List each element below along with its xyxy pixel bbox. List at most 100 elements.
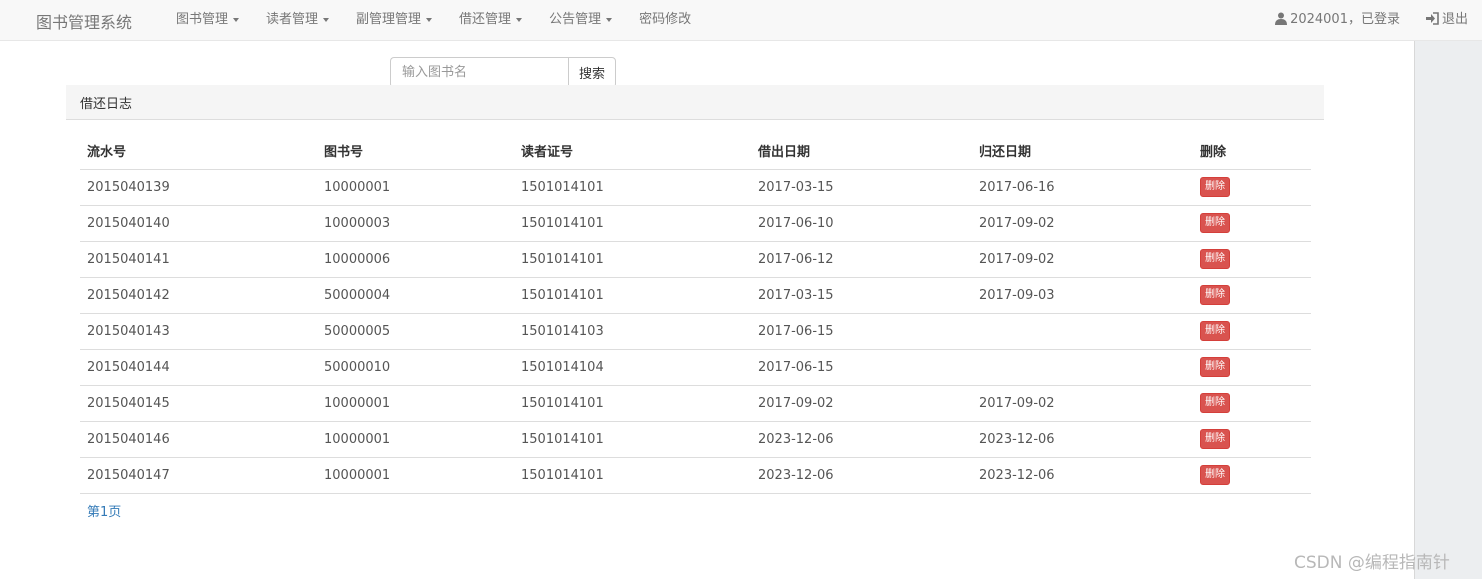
column-header: 读者证号 (514, 133, 751, 170)
return-date-cell: 2017-09-02 (972, 385, 1193, 422)
reader-id-cell: 1501014101 (514, 205, 751, 242)
action-cell: 删除 (1193, 241, 1311, 278)
return-date-cell (972, 349, 1193, 386)
table-row: 2015040147 10000001 1501014101 2023-12-0… (80, 457, 1311, 494)
table-row: 2015040144 50000010 1501014104 2017-06-1… (80, 349, 1311, 386)
caret-down-icon (516, 17, 523, 22)
nav-menu-label: 读者管理 (266, 12, 319, 27)
lend-date-cell: 2023-12-06 (751, 457, 972, 494)
book-id-cell: 10000006 (317, 241, 514, 278)
nav-menu-reader[interactable]: 读者管理 (266, 0, 330, 40)
action-cell: 删除 (1193, 313, 1311, 350)
reader-id-cell: 1501014101 (514, 169, 751, 206)
caret-down-icon (606, 17, 613, 22)
reader-id-cell: 1501014101 (514, 385, 751, 422)
table-row: 2015040145 10000001 1501014101 2017-09-0… (80, 385, 1311, 422)
serial-cell: 2015040139 (80, 169, 317, 206)
delete-button[interactable]: 删除 (1200, 357, 1230, 377)
reader-id-cell: 1501014103 (514, 313, 751, 350)
serial-cell: 2015040146 (80, 421, 317, 458)
table-row: 2015040141 10000006 1501014101 2017-06-1… (80, 241, 1311, 278)
action-cell: 删除 (1193, 385, 1311, 422)
nav-menu-label: 公告管理 (549, 12, 602, 27)
delete-button[interactable]: 删除 (1200, 213, 1230, 233)
reader-id-cell: 1501014101 (514, 457, 751, 494)
lend-date-cell: 2017-09-02 (751, 385, 972, 422)
logout-icon (1425, 12, 1439, 25)
nav-menu-label: 副管理管理 (356, 12, 422, 27)
nav-menu-notice[interactable]: 公告管理 (549, 0, 613, 40)
reader-id-cell: 1501014104 (514, 349, 751, 386)
brand-title[interactable]: 图书管理系统 (36, 9, 132, 33)
reader-id-cell: 1501014101 (514, 421, 751, 458)
nav-menu-book[interactable]: 图书管理 (176, 0, 240, 40)
nav-right: 2024001，已登录 退出 (1249, 0, 1468, 40)
table-row: 2015040140 10000003 1501014101 2017-06-1… (80, 205, 1311, 242)
delete-button[interactable]: 删除 (1200, 285, 1230, 305)
column-header: 删除 (1193, 133, 1311, 170)
book-id-cell: 10000001 (317, 457, 514, 494)
book-id-cell: 50000005 (317, 313, 514, 350)
return-date-cell: 2017-09-03 (972, 277, 1193, 314)
serial-cell: 2015040144 (80, 349, 317, 386)
book-id-cell: 10000001 (317, 385, 514, 422)
book-id-cell: 10000001 (317, 169, 514, 206)
return-date-cell: 2017-09-02 (972, 241, 1193, 278)
serial-cell: 2015040145 (80, 385, 317, 422)
watermark-text: CSDN @编程指南针 (1294, 553, 1450, 573)
caret-down-icon (426, 17, 433, 22)
serial-cell: 2015040140 (80, 205, 317, 242)
action-cell: 删除 (1193, 349, 1311, 386)
table-header-row: 流水号 图书号 读者证号 借出日期 归还日期 删除 (80, 133, 1311, 170)
delete-button[interactable]: 删除 (1200, 465, 1230, 485)
serial-cell: 2015040142 (80, 277, 317, 314)
lend-date-cell: 2017-06-15 (751, 313, 972, 350)
pagination-page-link[interactable]: 第1页 (87, 501, 121, 520)
action-cell: 删除 (1193, 277, 1311, 314)
user-icon (1275, 12, 1288, 25)
table-row: 2015040146 10000001 1501014101 2023-12-0… (80, 421, 1311, 458)
book-id-cell: 10000001 (317, 421, 514, 458)
lend-date-cell: 2017-03-15 (751, 169, 972, 206)
column-header: 借出日期 (751, 133, 972, 170)
delete-button[interactable]: 删除 (1200, 429, 1230, 449)
nav-menu-lend-return[interactable]: 借还管理 (459, 0, 523, 40)
reader-id-cell: 1501014101 (514, 277, 751, 314)
nav-menu-label: 借还管理 (459, 12, 512, 27)
caret-down-icon (323, 17, 330, 22)
nav-menu-sub-admin[interactable]: 副管理管理 (356, 0, 433, 40)
user-label: 2024001，已登录 (1290, 12, 1400, 27)
caret-down-icon (233, 17, 240, 22)
return-date-cell: 2017-09-02 (972, 205, 1193, 242)
column-header: 归还日期 (972, 133, 1193, 170)
main-nav: 图书管理 读者管理 副管理管理 借还管理 公告管理 密码修改 (176, 0, 718, 40)
table-row: 2015040142 50000004 1501014101 2017-03-1… (80, 277, 1311, 314)
navbar: 图书管理系统 图书管理 读者管理 副管理管理 借还管理 公告管理 密码修改 20… (0, 0, 1482, 41)
return-date-cell (972, 313, 1193, 350)
serial-cell: 2015040147 (80, 457, 317, 494)
panel-title: 借还日志 (66, 85, 1324, 120)
delete-button[interactable]: 删除 (1200, 393, 1230, 413)
right-gutter (1414, 41, 1482, 579)
action-cell: 删除 (1193, 457, 1311, 494)
nav-menu-password[interactable]: 密码修改 (639, 0, 691, 40)
lend-date-cell: 2017-06-10 (751, 205, 972, 242)
logout-link[interactable]: 退出 (1425, 0, 1468, 40)
reader-id-cell: 1501014101 (514, 241, 751, 278)
return-date-cell: 2023-12-06 (972, 421, 1193, 458)
user-status[interactable]: 2024001，已登录 (1275, 0, 1400, 40)
column-header: 图书号 (317, 133, 514, 170)
delete-button[interactable]: 删除 (1200, 321, 1230, 341)
lend-date-cell: 2017-06-15 (751, 349, 972, 386)
logout-label: 退出 (1441, 12, 1468, 27)
search-button[interactable]: 搜索 (568, 57, 616, 88)
search-input[interactable] (390, 57, 568, 88)
book-id-cell: 50000004 (317, 277, 514, 314)
return-date-cell: 2017-06-16 (972, 169, 1193, 206)
action-cell: 删除 (1193, 205, 1311, 242)
action-cell: 删除 (1193, 169, 1311, 206)
nav-menu-label: 密码修改 (639, 12, 692, 27)
delete-button[interactable]: 删除 (1200, 249, 1230, 269)
delete-button[interactable]: 删除 (1200, 177, 1230, 197)
lend-log-table: 流水号 图书号 读者证号 借出日期 归还日期 删除 2015040139 100… (80, 133, 1311, 494)
